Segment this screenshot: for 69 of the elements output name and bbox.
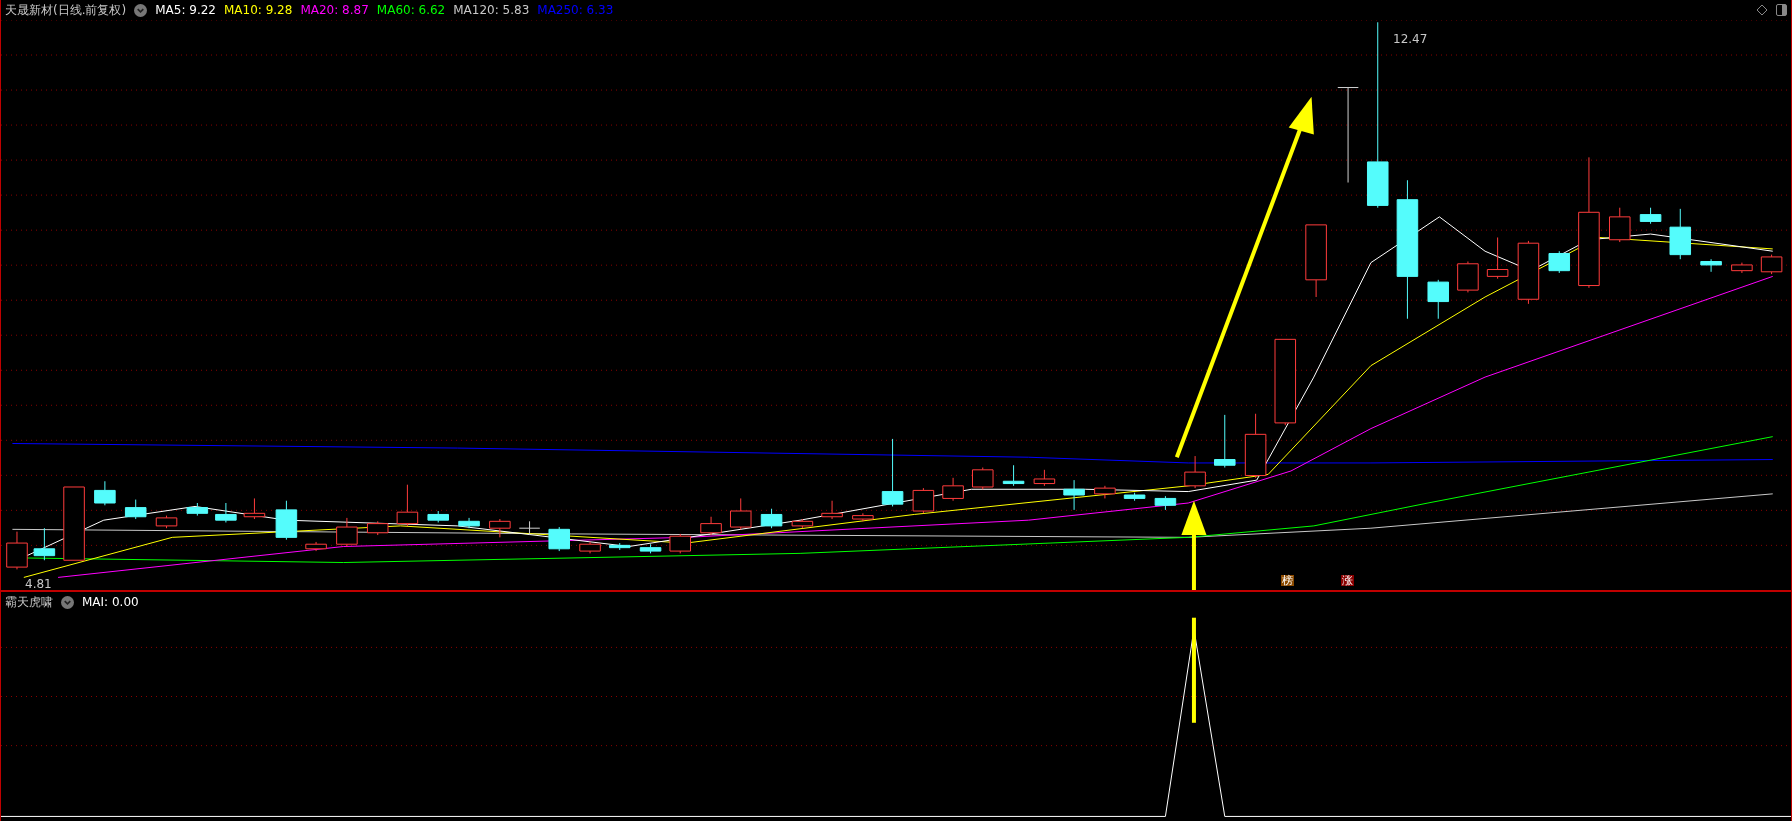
- candle: [427, 510, 449, 523]
- chart-title: 霸天虎啸: [5, 594, 53, 611]
- candle: [124, 499, 147, 520]
- candle: [1669, 208, 1692, 260]
- candle: [1244, 413, 1267, 479]
- candle: [336, 517, 358, 547]
- candle: [942, 477, 964, 502]
- candle: [518, 520, 541, 536]
- candle: [1002, 464, 1025, 487]
- indicator-value: MA10: 9.28: [223, 2, 293, 19]
- candle: [821, 500, 843, 520]
- candle: [1123, 492, 1146, 502]
- indicator-value: MA20: 8.87: [300, 2, 369, 19]
- candle: [396, 484, 419, 527]
- candle: [305, 541, 327, 552]
- candle: [33, 527, 56, 561]
- candle: [700, 516, 722, 536]
- low-price-label: 4.81: [25, 578, 52, 590]
- candle: [548, 526, 570, 552]
- candle: [1427, 279, 1450, 320]
- diamond-icon[interactable]: [1756, 4, 1768, 16]
- candle: [1700, 258, 1722, 273]
- indicator-value: MA60: 6.62: [376, 2, 446, 19]
- candle: [366, 520, 389, 536]
- candle: [1457, 261, 1479, 293]
- candle: [881, 438, 904, 507]
- candle: [155, 515, 178, 529]
- candle: [1154, 495, 1177, 511]
- candle: [608, 542, 631, 551]
- candle: [669, 533, 691, 554]
- candle: [275, 500, 298, 541]
- indicator-value: MA120: 5.83: [453, 2, 530, 19]
- candle: [729, 497, 752, 530]
- candle: [1063, 479, 1085, 511]
- candle: [1731, 262, 1753, 274]
- candle: [1760, 254, 1783, 275]
- candle: [972, 467, 994, 490]
- candle: [1033, 469, 1056, 487]
- candle: [1639, 207, 1662, 225]
- signal-marker: 榜: [1281, 575, 1294, 586]
- candle: [1094, 485, 1116, 499]
- candle: [852, 512, 874, 522]
- collapse-icon[interactable]: [61, 595, 74, 609]
- candle: [579, 541, 601, 554]
- candle: [94, 480, 116, 506]
- candle: [760, 508, 783, 529]
- candle: [1184, 455, 1206, 489]
- candle: [1548, 250, 1571, 274]
- high-price-label: 12.47: [1393, 31, 1428, 48]
- indicator-value: MA250: 6.33: [537, 2, 614, 19]
- candle: [458, 517, 480, 529]
- collapse-icon[interactable]: [134, 3, 148, 17]
- candle: [1214, 414, 1236, 469]
- indicator-value: MA5: 9.22: [155, 2, 216, 19]
- candle: [912, 487, 935, 514]
- candle: [186, 502, 209, 517]
- candle: [1517, 240, 1540, 305]
- candle: [215, 502, 237, 523]
- indicator-value: MAI: 0.00: [82, 594, 139, 611]
- chart-title: 天晟新材(日线.前复权): [5, 2, 127, 19]
- signal-marker: 涨: [1341, 575, 1354, 586]
- candle: [1609, 207, 1631, 243]
- candle: [791, 518, 814, 529]
- candle: [639, 543, 662, 554]
- candle: [6, 531, 28, 570]
- window-icon[interactable]: [1776, 4, 1787, 16]
- candle: [1486, 236, 1509, 280]
- candle: [243, 497, 266, 520]
- candle: [489, 518, 511, 538]
